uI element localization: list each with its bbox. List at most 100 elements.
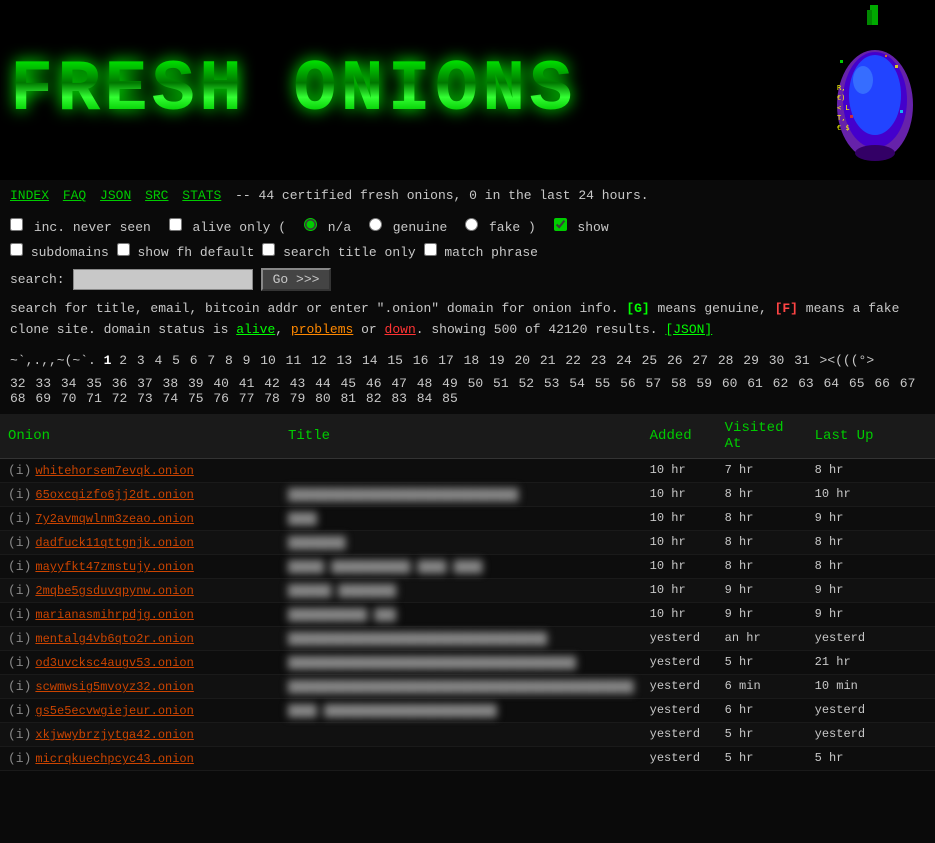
page-link-53[interactable]: 53 <box>544 376 560 391</box>
page-link-54[interactable]: 54 <box>569 376 585 391</box>
match-phrase-checkbox[interactable] <box>424 243 437 256</box>
info-link[interactable]: (i) <box>8 751 31 766</box>
info-link[interactable]: (i) <box>8 511 31 526</box>
na-radio[interactable] <box>304 218 317 231</box>
page-link-85[interactable]: 85 <box>442 391 458 406</box>
page-link-69[interactable]: 69 <box>35 391 51 406</box>
onion-link[interactable]: marianasmihrpdjg.onion <box>35 608 193 622</box>
nav-link-src[interactable]: SRC <box>145 188 168 203</box>
page-link-28[interactable]: 28 <box>718 353 734 368</box>
page-link-11[interactable]: 11 <box>286 353 302 368</box>
match-phrase-label[interactable]: match phrase <box>424 245 538 260</box>
page-link-21[interactable]: 21 <box>540 353 556 368</box>
page-link-72[interactable]: 72 <box>112 391 128 406</box>
onion-link[interactable]: 2mqbe5gsduvqpynw.onion <box>35 584 193 598</box>
page-link-47[interactable]: 47 <box>391 376 407 391</box>
page-link-67[interactable]: 67 <box>900 376 916 391</box>
info-link[interactable]: (i) <box>8 583 31 598</box>
info-link[interactable]: (i) <box>8 463 31 478</box>
page-link-37[interactable]: 37 <box>137 376 153 391</box>
show-checkbox-label[interactable]: show <box>554 220 609 235</box>
onion-link[interactable]: dadfuck11qttgnjk.onion <box>35 536 193 550</box>
page-link-61[interactable]: 61 <box>747 376 763 391</box>
page-link-39[interactable]: 39 <box>188 376 204 391</box>
page-link-83[interactable]: 83 <box>391 391 407 406</box>
page-link-17[interactable]: 17 <box>438 353 454 368</box>
inc-never-seen-checkbox[interactable] <box>10 218 23 231</box>
na-radio-label[interactable]: n/a <box>304 220 359 235</box>
nav-link-faq[interactable]: FAQ <box>63 188 86 203</box>
info-link[interactable]: (i) <box>8 727 31 742</box>
page-link-15[interactable]: 15 <box>387 353 403 368</box>
genuine-radio-label[interactable]: genuine <box>369 220 455 235</box>
page-link-71[interactable]: 71 <box>86 391 102 406</box>
page-link-44[interactable]: 44 <box>315 376 331 391</box>
page-link-46[interactable]: 46 <box>366 376 382 391</box>
page-link-78[interactable]: 78 <box>264 391 280 406</box>
page-link-65[interactable]: 65 <box>849 376 865 391</box>
info-link[interactable]: (i) <box>8 607 31 622</box>
page-link-19[interactable]: 19 <box>489 353 505 368</box>
page-link-5[interactable]: 5 <box>172 353 180 368</box>
show-fh-default-checkbox[interactable] <box>117 243 130 256</box>
info-link[interactable]: (i) <box>8 631 31 646</box>
onion-link[interactable]: od3uvcksc4augv53.onion <box>35 656 193 670</box>
page-link-75[interactable]: 75 <box>188 391 204 406</box>
fake-radio[interactable] <box>465 218 478 231</box>
info-link[interactable]: (i) <box>8 559 31 574</box>
nav-link-stats[interactable]: STATS <box>182 188 221 203</box>
onion-link[interactable]: scwmwsig5mvoyz32.onion <box>35 680 193 694</box>
info-link[interactable]: (i) <box>8 487 31 502</box>
page-link-58[interactable]: 58 <box>671 376 687 391</box>
page-link-7[interactable]: 7 <box>207 353 215 368</box>
page-link-42[interactable]: 42 <box>264 376 280 391</box>
page-link-55[interactable]: 55 <box>595 376 611 391</box>
alive-only-label[interactable]: alive only ( <box>169 220 294 235</box>
page-link-64[interactable]: 64 <box>824 376 840 391</box>
page-link-79[interactable]: 79 <box>290 391 306 406</box>
page-link-30[interactable]: 30 <box>769 353 785 368</box>
subdomains-checkbox[interactable] <box>10 243 23 256</box>
page-link-41[interactable]: 41 <box>239 376 255 391</box>
page-link-14[interactable]: 14 <box>362 353 378 368</box>
genuine-radio[interactable] <box>369 218 382 231</box>
page-link-13[interactable]: 13 <box>337 353 353 368</box>
page-link-26[interactable]: 26 <box>667 353 683 368</box>
page-link-60[interactable]: 60 <box>722 376 738 391</box>
info-link[interactable]: (i) <box>8 535 31 550</box>
search-input[interactable] <box>73 269 253 290</box>
page-link-9[interactable]: 9 <box>243 353 251 368</box>
page-link-77[interactable]: 77 <box>239 391 255 406</box>
page-link-56[interactable]: 56 <box>620 376 636 391</box>
show-checkbox[interactable] <box>554 218 567 231</box>
search-title-only-checkbox[interactable] <box>262 243 275 256</box>
page-link-57[interactable]: 57 <box>646 376 662 391</box>
page-link-6[interactable]: 6 <box>190 353 198 368</box>
page-link-35[interactable]: 35 <box>86 376 102 391</box>
page-link-2[interactable]: 2 <box>119 353 127 368</box>
page-link-80[interactable]: 80 <box>315 391 331 406</box>
page-link-29[interactable]: 29 <box>743 353 759 368</box>
page-link-59[interactable]: 59 <box>696 376 712 391</box>
page-link-34[interactable]: 34 <box>61 376 77 391</box>
onion-link[interactable]: xkjwwybrzjytga42.onion <box>35 728 193 742</box>
page-link-45[interactable]: 45 <box>340 376 356 391</box>
page-link-84[interactable]: 84 <box>417 391 433 406</box>
onion-link[interactable]: micrqkuechpcyc43.onion <box>35 752 193 766</box>
page-link-48[interactable]: 48 <box>417 376 433 391</box>
onion-link[interactable]: mentalg4vb6qto2r.onion <box>35 632 193 646</box>
search-button[interactable]: Go >>> <box>261 268 332 291</box>
page-link-24[interactable]: 24 <box>616 353 632 368</box>
page-link-82[interactable]: 82 <box>366 391 382 406</box>
page-link-4[interactable]: 4 <box>155 353 163 368</box>
page-link-66[interactable]: 66 <box>874 376 890 391</box>
page-link-70[interactable]: 70 <box>61 391 77 406</box>
alive-only-checkbox[interactable] <box>169 218 182 231</box>
page-link-62[interactable]: 62 <box>773 376 789 391</box>
page-link-25[interactable]: 25 <box>642 353 658 368</box>
subdomains-label[interactable]: subdomains <box>10 245 117 260</box>
page-link-8[interactable]: 8 <box>225 353 233 368</box>
page-link-32[interactable]: 32 <box>10 376 26 391</box>
page-link-12[interactable]: 12 <box>311 353 327 368</box>
page-link-63[interactable]: 63 <box>798 376 814 391</box>
